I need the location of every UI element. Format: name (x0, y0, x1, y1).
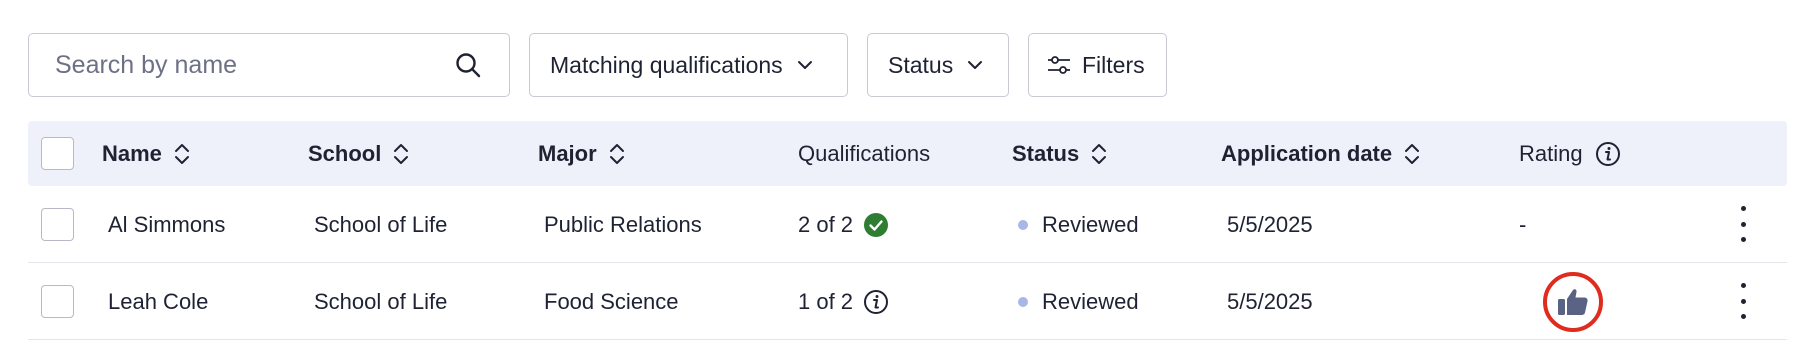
column-header-application-date[interactable]: Application date (1221, 121, 1420, 186)
info-icon[interactable] (863, 289, 889, 315)
sort-icon[interactable] (1404, 142, 1420, 166)
column-header-major[interactable]: Major (538, 121, 625, 186)
rating-value: - (1519, 211, 1527, 237)
qualifications-cell: 1 of 2 (798, 263, 889, 340)
sliders-icon (1048, 56, 1070, 74)
check-circle-icon (864, 212, 889, 237)
rating-thumbs-up-button[interactable] (1543, 272, 1603, 332)
column-header-qualifications: Qualifications (798, 121, 930, 186)
table-header: Name School Major Qualifications Status … (28, 121, 1787, 186)
row-checkbox[interactable] (41, 285, 74, 318)
search-box[interactable] (28, 33, 510, 97)
qualifications-count: 2 of 2 (798, 211, 854, 237)
matching-qualifications-dropdown[interactable]: Matching qualifications (529, 33, 848, 97)
sort-icon[interactable] (393, 142, 409, 166)
status-dot (1018, 219, 1028, 230)
sort-icon[interactable] (1091, 142, 1107, 166)
column-header-school[interactable]: School (308, 121, 409, 186)
column-header-status[interactable]: Status (1012, 121, 1107, 186)
info-icon[interactable] (1595, 141, 1621, 167)
column-header-name-label: Name (102, 140, 162, 166)
filter-toolbar: Matching qualifications Status Filters (28, 33, 1167, 97)
row-checkbox[interactable] (41, 208, 74, 241)
status-cell: Reviewed (1018, 263, 1139, 340)
status-cell: Reviewed (1018, 186, 1139, 263)
sort-icon[interactable] (174, 142, 190, 166)
thumbs-up-icon[interactable] (1557, 288, 1589, 316)
application-date: 5/5/2025 (1227, 211, 1313, 237)
search-icon[interactable] (455, 52, 481, 78)
applicant-name[interactable]: Leah Cole (108, 263, 208, 340)
sort-icon[interactable] (609, 142, 625, 166)
column-header-status-label: Status (1012, 140, 1080, 166)
filters-label: Filters (1082, 51, 1145, 78)
status-dropdown[interactable]: Status (867, 33, 1009, 97)
filters-button[interactable]: Filters (1028, 33, 1167, 97)
qualifications-cell: 2 of 2 (798, 186, 889, 263)
application-date: 5/5/2025 (1227, 288, 1313, 314)
qualifications-count: 1 of 2 (798, 288, 854, 314)
status-dot (1018, 296, 1028, 307)
select-all-checkbox[interactable] (41, 137, 74, 170)
column-header-major-label: Major (538, 140, 597, 166)
status-label: Reviewed (1042, 211, 1139, 237)
search-input[interactable] (55, 50, 435, 80)
column-header-application-date-label: Application date (1221, 140, 1393, 166)
column-header-name[interactable]: Name (102, 121, 190, 186)
column-header-school-label: School (308, 140, 382, 166)
more-options-icon[interactable] (1739, 206, 1747, 242)
table-row[interactable]: Al Simmons School of Life Public Relatio… (28, 186, 1787, 263)
status-label: Reviewed (1042, 288, 1139, 314)
chevron-down-icon (797, 61, 812, 69)
table-row[interactable]: Leah Cole School of Life Food Science 1 … (28, 263, 1787, 340)
more-options-icon[interactable] (1739, 283, 1747, 319)
applicant-major: Public Relations (544, 211, 702, 237)
status-dropdown-label: Status (888, 51, 954, 78)
column-header-qualifications-label: Qualifications (798, 140, 931, 166)
applicant-school: School of Life (314, 211, 448, 237)
applicant-name[interactable]: Al Simmons (108, 186, 225, 263)
column-header-rating: Rating (1519, 121, 1621, 186)
column-header-rating-label: Rating (1519, 140, 1583, 166)
matching-qualifications-label: Matching qualifications (550, 51, 783, 78)
chevron-down-icon (968, 61, 983, 69)
applicant-major: Food Science (544, 288, 679, 314)
applicant-school: School of Life (314, 288, 448, 314)
